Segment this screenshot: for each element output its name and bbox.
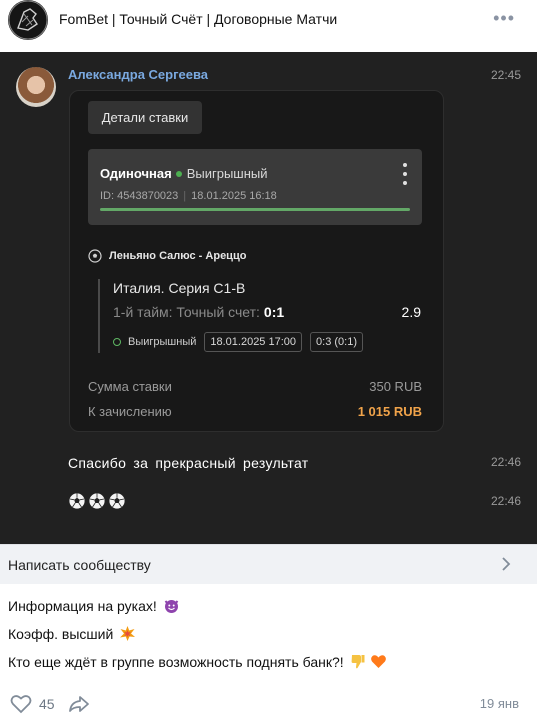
bet-progress-fill (100, 208, 410, 211)
message-time: 22:45 (490, 68, 521, 82)
smiling-devil-emoji-icon (164, 600, 178, 613)
bet-details-button[interactable]: Детали ставки (88, 101, 202, 134)
event-status-row: Выигрышный 18.01.2025 17:00 0:3 (0:1) (113, 331, 363, 353)
soccer-ball-icon (68, 492, 86, 510)
match-name: Леньяно Салюс - Ареццо (109, 250, 247, 262)
chevron-right-icon (502, 557, 511, 571)
bet-card: Детали ставки Одиночная Выигрышный ID: 45… (69, 90, 444, 432)
league-name: Италия. Серия С1-В (113, 280, 246, 296)
win-ring-icon (113, 338, 121, 346)
chat-message: Спасибо за прекрасный результат (68, 455, 309, 471)
odds-value: 2.9 (401, 304, 421, 320)
post-line-3-text: Кто еще ждёт в группе возможность поднят… (8, 654, 344, 670)
bet-type: Одиночная Выигрышный (100, 166, 268, 181)
post-header: FomBet | Точный Счёт | Договорные Матчи … (0, 0, 537, 52)
post-footer: 45 19 янв (0, 690, 537, 720)
community-title[interactable]: FomBet | Точный Счёт | Договорные Матчи (59, 11, 337, 27)
message-time: 22:46 (490, 455, 521, 469)
collision-emoji-icon (120, 626, 136, 641)
bet-summary-box: Одиночная Выигрышный ID: 4543870023 | 18.01… (88, 149, 422, 225)
emoji-message (68, 492, 126, 510)
market-name: 1-й тайм: Точный счет: (113, 304, 260, 320)
bet-meta: ID: 4543870023 | 18.01.2025 16:18 (100, 190, 277, 202)
market-row: 1-й тайм: Точный счет: 0:1 (113, 304, 284, 320)
post-line-1-text: Информация на руках! (8, 598, 157, 614)
payout-value: 1 015 RUB (357, 404, 422, 419)
message-time: 22:46 (490, 494, 521, 508)
stake-row: Сумма ставки 350 RUB (88, 379, 422, 394)
more-options-icon[interactable]: ••• (493, 8, 515, 29)
soccer-ball-icon (88, 492, 106, 510)
final-score-pill: 0:3 (0:1) (310, 332, 363, 352)
post-date: 19 янв (479, 696, 519, 711)
market-score: 0:1 (263, 304, 285, 320)
event-status: Выигрышный (128, 336, 197, 348)
message-author: Александра Сергеева (68, 67, 209, 82)
bet-type-label: Одиночная (100, 166, 172, 181)
soccer-ball-icon (108, 492, 126, 510)
write-community-button[interactable]: Написать сообществу (0, 544, 537, 584)
horse-logo-icon (8, 0, 48, 40)
stake-value: 350 RUB (369, 379, 422, 394)
status-dot-icon (175, 170, 182, 177)
event-date-pill: 18.01.2025 17:00 (204, 332, 303, 352)
community-logo[interactable] (8, 0, 48, 40)
payout-label: К зачислению (88, 404, 172, 419)
write-community-label: Написать сообществу (8, 557, 151, 573)
soccer-ball-icon (88, 249, 102, 263)
match-row: Леньяно Салюс - Ареццо (88, 249, 246, 263)
bet-datetime: 18.01.2025 16:18 (191, 190, 277, 202)
like-button[interactable]: 45 (10, 694, 55, 714)
post-line-1: Информация на руках! (8, 597, 180, 614)
kebab-menu-icon[interactable] (402, 163, 408, 185)
share-icon (69, 696, 89, 712)
avatar (16, 67, 56, 107)
bet-status: Выигрышный (186, 166, 268, 181)
meta-divider: | (183, 190, 187, 202)
post-line-3: Кто еще ждёт в группе возможность поднят… (8, 653, 387, 670)
thumbs-down-emoji-icon (351, 655, 365, 669)
bet-progress (100, 208, 410, 211)
payout-row: К зачислению 1 015 RUB (88, 404, 422, 419)
like-count: 45 (39, 696, 55, 712)
orange-heart-emoji-icon (371, 655, 387, 668)
post-line-2: Коэфф. высший (8, 625, 136, 642)
heart-icon (10, 695, 32, 714)
bet-id: ID: 4543870023 (100, 190, 179, 202)
post-line-2-text: Коэфф. высший (8, 626, 114, 642)
stake-label: Сумма ставки (88, 379, 172, 394)
chat-screenshot: Александра Сергеева 22:45 Детали ставки … (0, 52, 537, 544)
share-button[interactable] (68, 694, 90, 719)
event-divider-line (98, 279, 100, 353)
